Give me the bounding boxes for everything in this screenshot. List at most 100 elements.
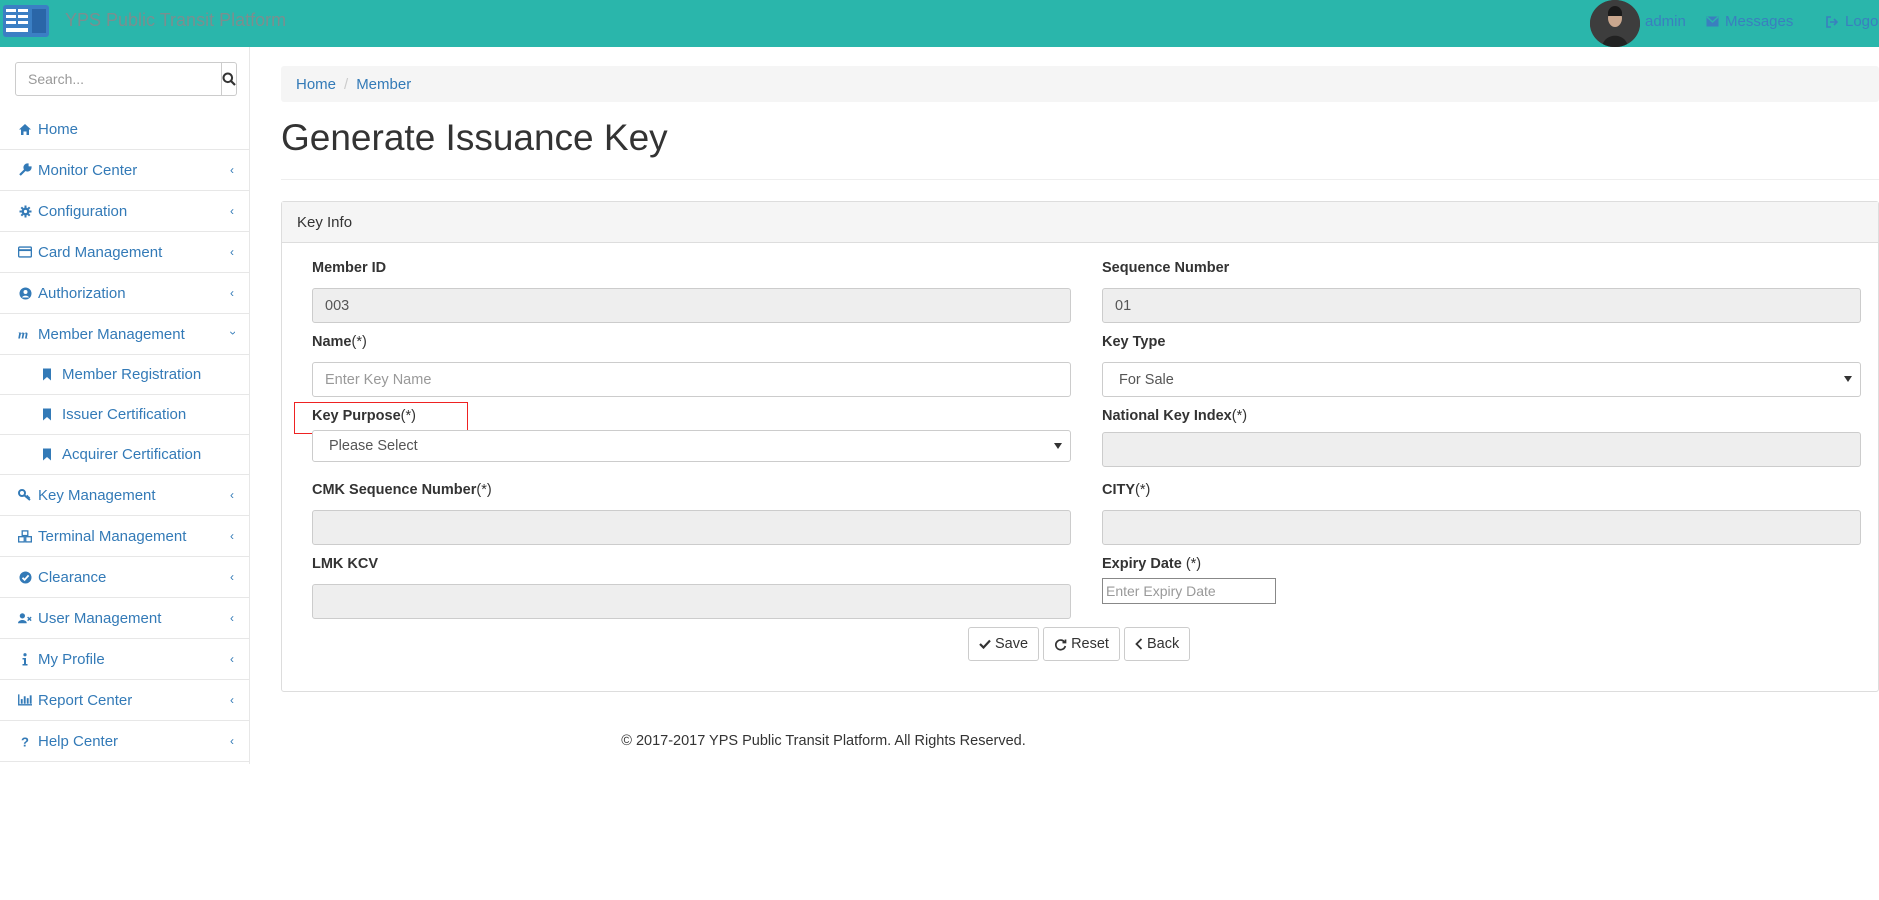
messages-link[interactable]: Messages [1706,13,1793,30]
breadcrumb-home-link[interactable]: Home [296,76,336,93]
chevron-left-icon: ‹ [230,693,234,707]
key-purpose-select[interactable]: Please Select [312,430,1071,462]
question-icon: ? [21,735,29,748]
caret-down-icon [1844,376,1852,382]
lmk-kcv-field[interactable] [312,584,1071,619]
required-mark: (*) [1185,556,1202,572]
user-circle-icon [19,287,31,299]
sidebar-item-label: Key Management [38,486,156,504]
sidebar-item-authorization[interactable]: Authorization ‹ [0,273,250,314]
sidebar-item-key-management[interactable]: Key Management ‹ [0,475,250,516]
sequence-number-group: Sequence Number 01 [1102,258,1861,323]
member-id-field[interactable]: 003 [312,288,1071,323]
city-field[interactable] [1102,510,1861,545]
city-label-text: CITY [1102,482,1136,498]
brand-title[interactable]: YPS Public Transit Platform [65,10,286,31]
sidebar-item-label: My Profile [38,650,105,668]
username-label: admin [1645,13,1686,30]
home-icon [19,123,31,135]
sidebar-item-help-center[interactable]: ? Help Center ‹ [0,721,250,762]
sidebar-item-issuer-certification[interactable]: Issuer Certification [0,395,250,435]
sidebar-item-label: Monitor Center [38,161,138,179]
sidebar-item-label: Home [38,120,79,138]
name-label-text: Name [312,334,352,350]
cmk-sequence-number-field[interactable] [312,510,1071,545]
back-button[interactable]: Back [1123,627,1191,661]
sidebar-item-terminal-management[interactable]: Terminal Management ‹ [0,516,250,557]
sidebar-item-label: Report Center [38,691,133,709]
sidebar-item-clearance[interactable]: Clearance ‹ [0,557,250,598]
sidebar-item-configuration[interactable]: Configuration ‹ [0,191,250,232]
sidebar-item-home[interactable]: Home [0,109,250,150]
sidebar-item-report-center[interactable]: Report Center ‹ [0,680,250,721]
svg-text:m: m [18,328,28,340]
check-icon [979,639,991,649]
search-input[interactable] [15,62,222,96]
key-purpose-label-text: Key Purpose [312,408,401,424]
logout-link[interactable]: Logo [1826,13,1878,30]
key-info-panel: Key Info Member ID 003 Sequence Number 0… [281,201,1879,692]
chevron-left-icon: ‹ [230,611,234,625]
chevron-left-icon [1135,638,1143,650]
sidebar-item-my-profile[interactable]: My Profile ‹ [0,639,250,680]
gear-icon [19,205,31,217]
sidebar-item-monitor-center[interactable]: Monitor Center ‹ [0,150,250,191]
key-type-group: Key Type For Sale [1102,332,1861,397]
breadcrumb-member-link[interactable]: Member [356,76,411,93]
key-type-label: Key Type [1102,334,1166,350]
chevron-left-icon: ‹ [230,286,234,300]
sidebar-item-label: Card Management [38,243,163,261]
form-actions: Save Reset Back [968,627,1191,661]
national-key-index-field[interactable] [1102,432,1861,467]
sidebar-item-member-management[interactable]: m Member Management ‹ [0,314,250,355]
user-times-icon [18,613,32,624]
required-mark: (*) [476,482,492,498]
top-navbar: YPS Public Transit Platform admin Messag… [0,0,1879,47]
expiry-date-input[interactable]: Enter Expiry Date [1102,578,1276,604]
key-type-select[interactable]: For Sale [1102,362,1861,397]
sidebar-item-member-registration[interactable]: Member Registration [0,355,250,395]
name-label: Name(*) [312,332,1071,352]
key-icon [18,489,31,501]
back-button-label: Back [1146,636,1180,652]
national-key-index-label-text: National Key Index [1102,408,1232,424]
expiry-date-group: Expiry Date (*) Enter Expiry Date [1102,554,1276,604]
name-input[interactable]: Enter Key Name [312,362,1071,397]
sidebar-item-acquirer-certification[interactable]: Acquirer Certification [0,435,250,475]
save-button-label: Save [995,636,1029,652]
page-title: Generate Issuance Key [281,117,668,158]
sidebar-item-label: User Management [38,609,162,627]
bookmark-icon [43,408,51,421]
svg-text:?: ? [21,735,29,748]
required-mark: (*) [351,334,367,350]
sequence-number-field[interactable]: 01 [1102,288,1861,323]
transit-card-logo-icon[interactable] [2,4,50,38]
title-divider [281,179,1879,180]
expiry-date-label-text: Expiry Date [1102,556,1186,572]
chevron-left-icon: ‹ [230,652,234,666]
reset-button[interactable]: Reset [1043,627,1120,661]
chevron-left-icon: ‹ [230,163,234,177]
sidebar: Home Monitor Center ‹ Configuration ‹ Ca… [0,47,250,764]
chevron-left-icon: ‹ [230,488,234,502]
user-menu-link[interactable]: admin [1645,13,1686,30]
footer-copyright: © 2017-2017 YPS Public Transit Platform.… [621,733,1026,749]
name-group: Name(*) Enter Key Name [312,332,1071,397]
sidebar-item-label: Authorization [38,284,126,302]
required-mark: (*) [1135,482,1151,498]
search-button[interactable] [222,62,237,96]
wrench-icon [19,163,32,176]
required-mark: (*) [400,408,416,424]
sidebar-item-user-management[interactable]: User Management ‹ [0,598,250,639]
save-button[interactable]: Save [968,627,1040,661]
breadcrumb: Home / Member [281,66,1879,102]
chevron-down-icon: ‹ [225,331,239,335]
key-purpose-label: Key Purpose(*) [312,406,1071,426]
bookmark-icon [43,448,51,461]
sidebar-item-card-management[interactable]: Card Management ‹ [0,232,250,273]
city-label: CITY(*) [1102,480,1861,500]
lmk-kcv-label: LMK KCV [312,556,379,572]
key-type-selected-value: For Sale [1119,371,1174,388]
user-avatar[interactable] [1590,0,1640,47]
sidebar-item-label: Member Management [38,325,185,343]
